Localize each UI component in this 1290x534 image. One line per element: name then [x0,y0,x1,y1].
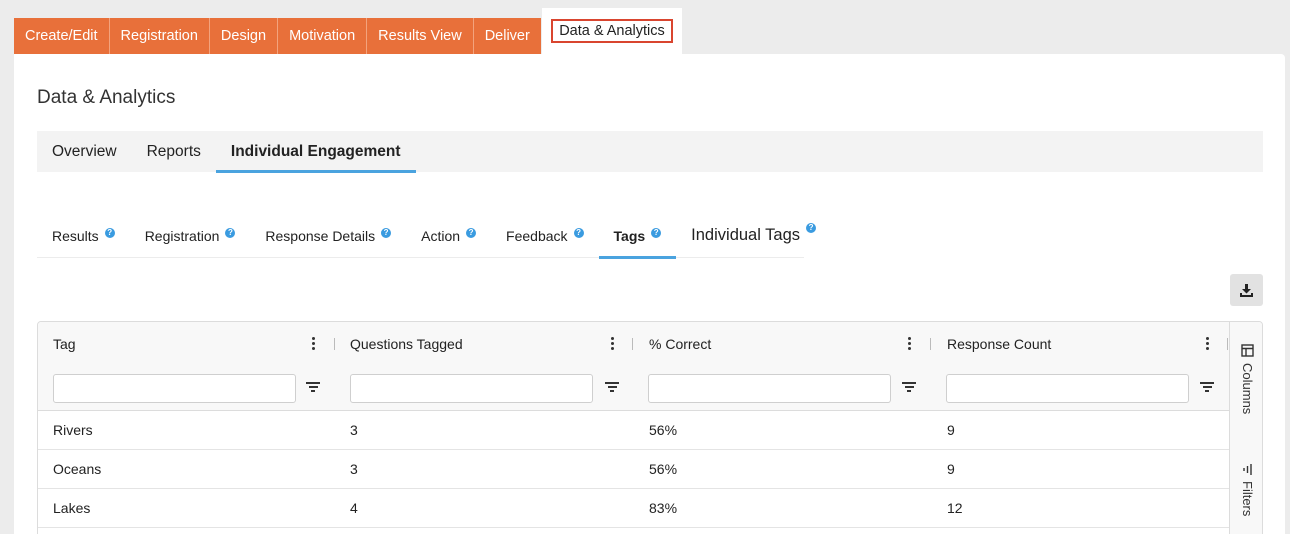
inner-tab-label: Individual Tags [691,225,801,244]
grid-header: Tag Questions Tagged % Correct Response … [38,322,1229,411]
filter-icon[interactable] [902,382,916,394]
cell-tag: Lakes [53,500,91,516]
inner-tab-label: Action [421,227,461,244]
filter-input-tag[interactable] [53,374,296,403]
cell-response-count: 9 [947,422,955,438]
inner-tab-label: Registration [144,227,220,244]
inner-tab-label: Results [52,227,99,244]
cell-tag: Oceans [53,461,102,477]
column-resize-handle[interactable] [334,338,335,350]
column-header-response-count[interactable]: Response Count [947,322,1051,366]
kebab-menu-icon[interactable] [607,336,617,352]
cell-questions-tagged: 4 [350,500,358,516]
tab-deliver[interactable]: Deliver [473,18,541,54]
help-icon[interactable]: ? [651,227,662,238]
tab-create-edit[interactable]: Create/Edit [14,18,110,54]
tab-data-analytics[interactable]: Data & Analytics [542,8,682,54]
table-row[interactable]: Rivers 3 56% 9 [38,411,1229,450]
cell-percent-correct: 56% [649,461,678,477]
kebab-menu-icon[interactable] [904,336,914,352]
inner-tab-response-details[interactable]: Response Details ? [250,214,406,258]
grid-side-panel: Columns Filters [1229,322,1262,534]
inner-tab-registration[interactable]: Registration ? [130,214,251,258]
inner-tab-label: Response Details [265,227,376,244]
filters-panel-button[interactable]: Filters [1230,464,1262,517]
inner-tab-label: Feedback [506,227,568,244]
column-header-questions-tagged[interactable]: Questions Tagged [350,322,463,366]
column-resize-handle[interactable] [632,338,633,350]
cell-response-count: 12 [947,500,963,516]
cell-response-count: 9 [947,461,955,477]
download-button[interactable] [1230,274,1263,306]
help-icon[interactable]: ? [573,227,584,238]
page-title: Data & Analytics [37,87,176,108]
columns-label: Columns [1240,363,1255,415]
inner-tab-label: Tags [613,227,646,244]
download-icon [1240,283,1253,297]
tags-grid: Tag Questions Tagged % Correct Response … [37,321,1263,534]
inner-tab-individual-tags[interactable]: Individual Tags ? [676,214,831,258]
filters-icon [1243,464,1252,475]
table-row[interactable]: Lakes 4 83% 12 [38,489,1229,528]
filter-icon[interactable] [605,382,619,394]
help-icon[interactable]: ? [225,227,236,238]
cell-questions-tagged: 3 [350,422,358,438]
inner-tab-bar: Results ? Registration ? Response Detail… [37,214,817,259]
tab-motivation[interactable]: Motivation [278,18,368,54]
filter-icon[interactable] [1200,382,1214,394]
filter-input-response-count[interactable] [946,374,1189,403]
table-row[interactable]: Oceans 3 56% 9 [38,450,1229,489]
kebab-menu-icon[interactable] [308,336,318,352]
subtab-individual-engagement[interactable]: Individual Engagement [215,131,416,173]
filters-label: Filters [1240,481,1255,517]
column-resize-handle[interactable] [1227,338,1228,350]
cell-percent-correct: 56% [649,422,678,438]
filter-input-percent-correct[interactable] [648,374,891,403]
column-header-percent-correct[interactable]: % Correct [649,322,711,366]
cell-questions-tagged: 3 [350,461,358,477]
subtab-reports[interactable]: Reports [132,131,216,172]
tab-design[interactable]: Design [209,18,279,54]
top-tab-bar: Create/Edit Registration Design Motivati… [14,18,541,54]
help-icon[interactable]: ? [806,222,817,233]
cell-percent-correct: 83% [649,500,678,516]
main-panel: Data & Analytics Overview Reports Indivi… [14,54,1285,534]
columns-panel-button[interactable]: Columns [1230,344,1262,415]
column-header-tag[interactable]: Tag [53,322,76,366]
columns-icon [1241,344,1254,357]
column-resize-handle[interactable] [930,338,931,350]
tab-data-analytics-label: Data & Analytics [551,19,673,43]
filter-icon[interactable] [306,382,320,394]
inner-tab-results[interactable]: Results ? [37,214,130,258]
inner-tab-tags[interactable]: Tags ? [598,214,677,259]
tab-results-view[interactable]: Results View [367,18,474,54]
help-icon[interactable]: ? [104,227,115,238]
cell-tag: Rivers [53,422,93,438]
kebab-menu-icon[interactable] [1202,336,1212,352]
inner-tab-feedback[interactable]: Feedback ? [491,214,598,258]
sub-tab-bar: Overview Reports Individual Engagement [37,131,1263,173]
help-icon[interactable]: ? [381,227,392,238]
tab-registration[interactable]: Registration [109,18,210,54]
inner-tab-action[interactable]: Action ? [406,214,491,258]
filter-input-questions-tagged[interactable] [350,374,593,403]
subtab-overview[interactable]: Overview [37,131,132,172]
help-icon[interactable]: ? [466,227,477,238]
